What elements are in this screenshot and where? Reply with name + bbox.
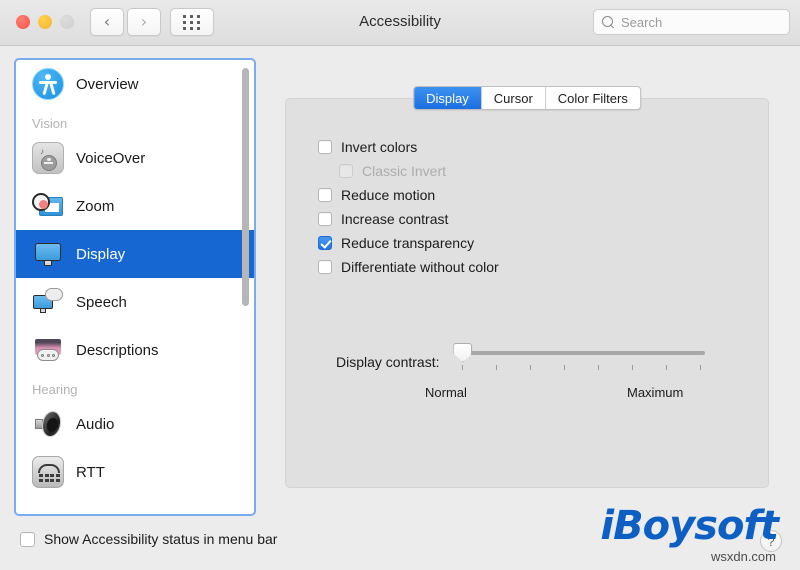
sidebar-item-label: VoiceOver — [76, 149, 146, 167]
scrollbar-thumb[interactable] — [242, 68, 249, 306]
display-contrast-row: Display contrast: — [336, 342, 707, 382]
sidebar-item-speech[interactable]: Speech — [16, 278, 254, 326]
checkbox-reduce-motion[interactable]: Reduce motion — [318, 187, 435, 203]
search-placeholder: Search — [621, 14, 663, 30]
tab-cursor[interactable]: Cursor — [482, 87, 546, 109]
checkbox-label: Differentiate without color — [341, 259, 499, 275]
checkbox-label: Reduce transparency — [341, 235, 475, 251]
checkbox-increase-contrast[interactable]: Increase contrast — [318, 211, 448, 227]
sidebar[interactable]: Overview Vision ♪ VoiceOver Zoom Display… — [14, 58, 256, 516]
sidebar-group-vision: Vision — [32, 116, 68, 131]
voiceover-icon: ♪ — [32, 142, 64, 174]
checkbox-invert-colors[interactable]: Invert colors — [318, 139, 417, 155]
checkbox-label: Invert colors — [341, 139, 418, 155]
sidebar-item-label: Descriptions — [76, 341, 159, 359]
search-field[interactable]: Search — [593, 9, 790, 35]
checkbox-label: Show Accessibility status in menu bar — [44, 531, 278, 547]
slider-min-label: Normal — [425, 385, 467, 400]
sidebar-item-label: Audio — [76, 415, 115, 433]
display-contrast-slider[interactable] — [449, 342, 707, 382]
checkbox-differentiate-without-color[interactable]: Differentiate without color — [318, 259, 499, 275]
sidebar-item-descriptions[interactable]: Descriptions — [16, 326, 254, 374]
accessibility-person-icon — [32, 68, 64, 100]
sidebar-item-overview[interactable]: Overview — [16, 60, 254, 108]
checkbox-box[interactable] — [318, 236, 332, 250]
sidebar-item-label: Overview — [76, 75, 139, 93]
watermark-url: wsxdn.com — [710, 549, 776, 564]
checkbox-box[interactable] — [318, 188, 332, 202]
preferences-window: ‹ › Accessibility Search Overview Vision — [0, 0, 800, 570]
sidebar-item-label: RTT — [76, 463, 105, 481]
descriptions-icon — [32, 334, 64, 366]
speaker-icon — [32, 408, 64, 440]
tab-display[interactable]: Display — [414, 87, 482, 109]
checkbox-box[interactable] — [20, 531, 35, 547]
checkbox-label: Reduce motion — [341, 187, 436, 203]
sidebar-item-audio[interactable]: Audio — [16, 400, 254, 448]
checkbox-box — [339, 164, 353, 178]
checkbox-label: Classic Invert — [362, 163, 447, 179]
tab-color-filters[interactable]: Color Filters — [546, 87, 640, 109]
sidebar-item-label: Speech — [76, 293, 127, 311]
checkbox-classic-invert: Classic Invert — [339, 163, 446, 179]
sidebar-group-hearing: Hearing — [32, 382, 78, 397]
sidebar-item-label: Display — [76, 245, 126, 263]
telephone-icon — [32, 456, 64, 488]
watermark-logo: iBoysoft — [600, 503, 779, 549]
settings-panel: Invert colors Classic Invert Reduce moti… — [285, 98, 769, 488]
checkbox-show-accessibility-status[interactable]: Show Accessibility status in menu bar — [20, 531, 277, 547]
tab-bar: Display Cursor Color Filters — [413, 86, 641, 110]
sidebar-item-label: Zoom — [76, 197, 115, 215]
sidebar-item-display[interactable]: Display — [16, 230, 254, 278]
sidebar-scrollbar[interactable] — [240, 63, 251, 511]
slider-track[interactable] — [461, 351, 706, 355]
display-contrast-label: Display contrast: — [336, 354, 440, 370]
slider-thumb[interactable] — [453, 343, 473, 362]
zoom-magnifier-icon — [32, 190, 64, 222]
sidebar-item-voiceover[interactable]: ♪ VoiceOver — [16, 134, 254, 182]
display-monitor-icon — [32, 238, 64, 270]
sidebar-list: Overview Vision ♪ VoiceOver Zoom Display… — [16, 60, 254, 496]
sidebar-item-zoom[interactable]: Zoom — [16, 182, 254, 230]
checkbox-box[interactable] — [318, 212, 332, 226]
checkbox-label: Increase contrast — [341, 211, 449, 227]
checkbox-reduce-transparency[interactable]: Reduce transparency — [318, 235, 474, 251]
speech-bubble-icon — [32, 286, 64, 318]
slider-max-label: Maximum — [627, 385, 684, 400]
content-pane: Display Cursor Color Filters Invert colo… — [268, 58, 786, 516]
title-bar: ‹ › Accessibility Search — [0, 0, 800, 46]
checkbox-box[interactable] — [318, 260, 332, 274]
search-icon — [602, 15, 615, 29]
checkbox-box[interactable] — [318, 140, 332, 154]
sidebar-item-rtt[interactable]: RTT — [16, 448, 254, 496]
